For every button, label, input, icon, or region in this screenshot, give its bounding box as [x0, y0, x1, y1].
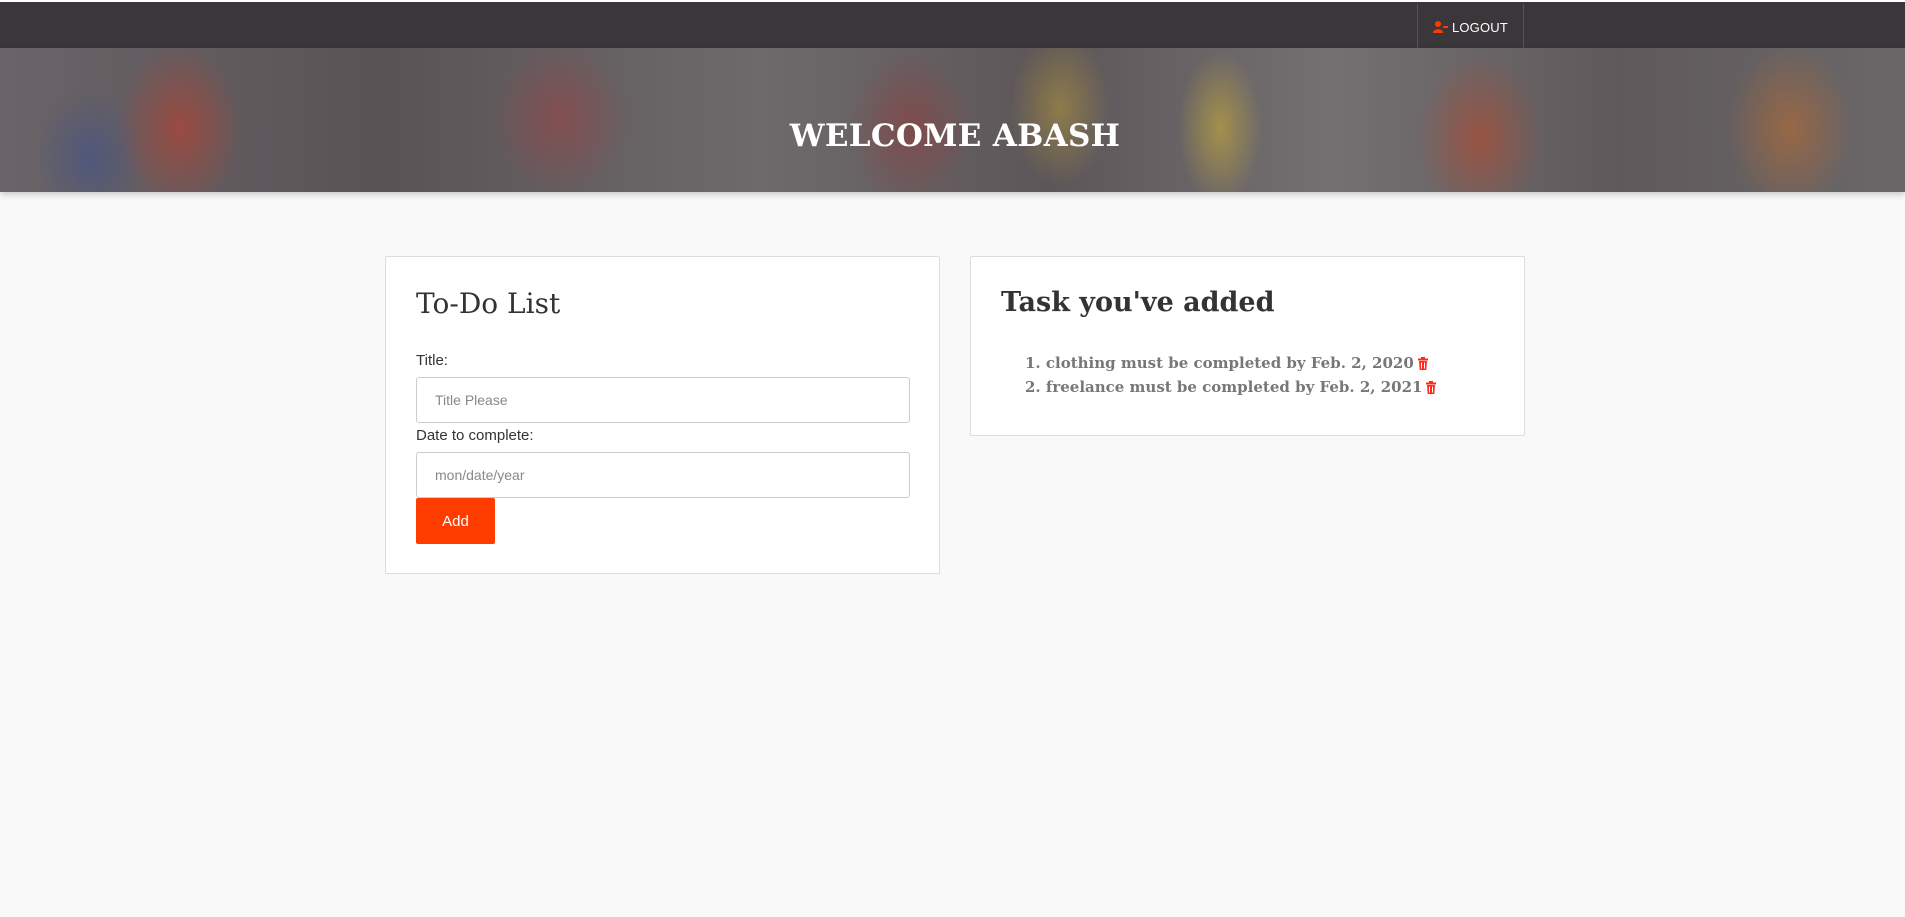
date-label: Date to complete: — [416, 427, 534, 444]
trash-icon[interactable] — [1417, 356, 1429, 370]
logout-button[interactable]: LOGOUT — [1417, 4, 1524, 50]
task-list-card: Task you've added 1. clothing must be co… — [970, 256, 1525, 436]
date-input[interactable] — [416, 452, 910, 498]
todo-form-card: To-Do List Title: Date to complete: Add — [385, 256, 940, 574]
add-button[interactable]: Add — [416, 498, 495, 544]
title-label: Title: — [416, 352, 448, 369]
logout-label: LOGOUT — [1451, 19, 1509, 35]
user-minus-icon — [1432, 21, 1448, 33]
todo-form-title: To-Do List — [416, 287, 561, 320]
trash-icon[interactable] — [1425, 380, 1437, 394]
task-text: 1. clothing must be completed by Feb. 2,… — [1025, 354, 1414, 372]
top-navbar: LOGOUT — [0, 0, 1905, 50]
task-text: 2. freelance must be completed by Feb. 2… — [1025, 378, 1423, 396]
welcome-heading: WELCOME ABASH — [789, 118, 1121, 154]
task-list-title: Task you've added — [1001, 287, 1275, 318]
task-item: 2. freelance must be completed by Feb. 2… — [1025, 375, 1437, 399]
title-input[interactable] — [416, 377, 910, 423]
hero-banner: WELCOME ABASH — [0, 48, 1905, 192]
task-list: 1. clothing must be completed by Feb. 2,… — [1025, 351, 1437, 399]
task-item: 1. clothing must be completed by Feb. 2,… — [1025, 351, 1437, 375]
